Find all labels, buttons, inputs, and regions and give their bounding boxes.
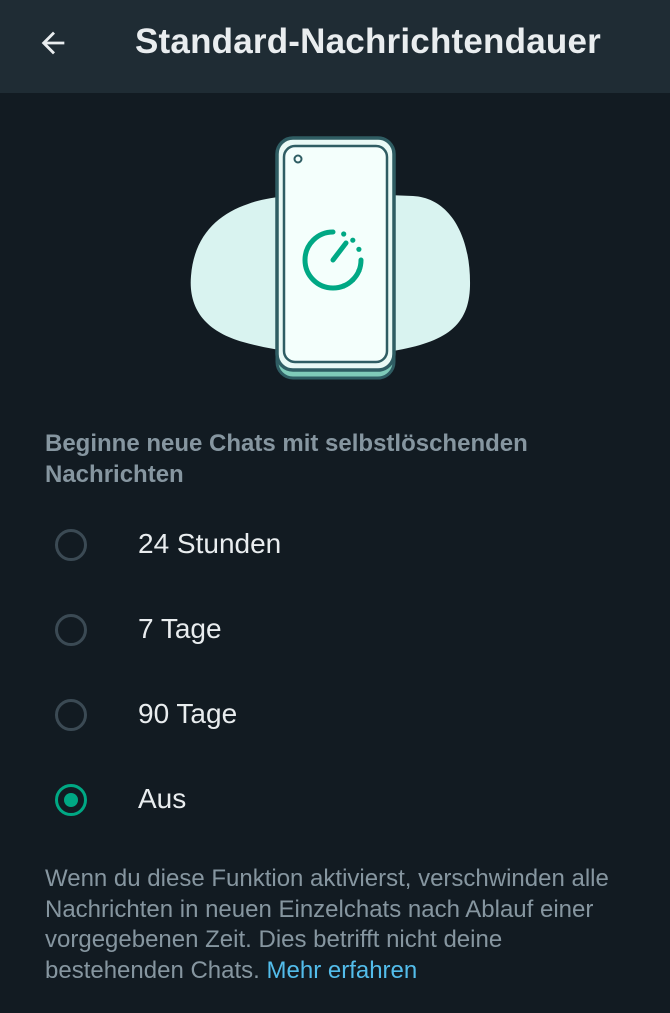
arrow-left-icon: [41, 31, 65, 55]
radio-button-unchecked[interactable]: [55, 614, 87, 646]
radio-button-unchecked[interactable]: [55, 699, 87, 731]
option-90-tage[interactable]: 90 Tage: [0, 678, 670, 758]
app-bar: Standard-Nachrichtendauer: [0, 0, 670, 93]
option-7-tage[interactable]: 7 Tage: [0, 593, 670, 673]
section-label: Beginne neue Chats mit selbstlöschenden …: [45, 430, 528, 488]
radio-dot: [64, 793, 78, 807]
option-label: Aus: [138, 783, 187, 814]
back-button[interactable]: [30, 20, 76, 66]
option-label: 90 Tage: [138, 698, 238, 729]
page-title: Standard-Nachrichtendauer: [135, 22, 601, 61]
description-text: Wenn du diese Funktion aktivierst, versc…: [45, 864, 635, 986]
radio-button-unchecked[interactable]: [55, 529, 87, 561]
option-label: 24 Stunden: [138, 528, 282, 559]
learn-more-link[interactable]: Mehr erfahren: [267, 957, 418, 984]
option-aus[interactable]: Aus: [0, 763, 670, 843]
option-label: 7 Tage: [138, 613, 222, 644]
radio-button-checked[interactable]: [55, 784, 87, 816]
phone-timer-illustration: [188, 136, 478, 386]
option-24-stunden[interactable]: 24 Stunden: [0, 508, 670, 588]
